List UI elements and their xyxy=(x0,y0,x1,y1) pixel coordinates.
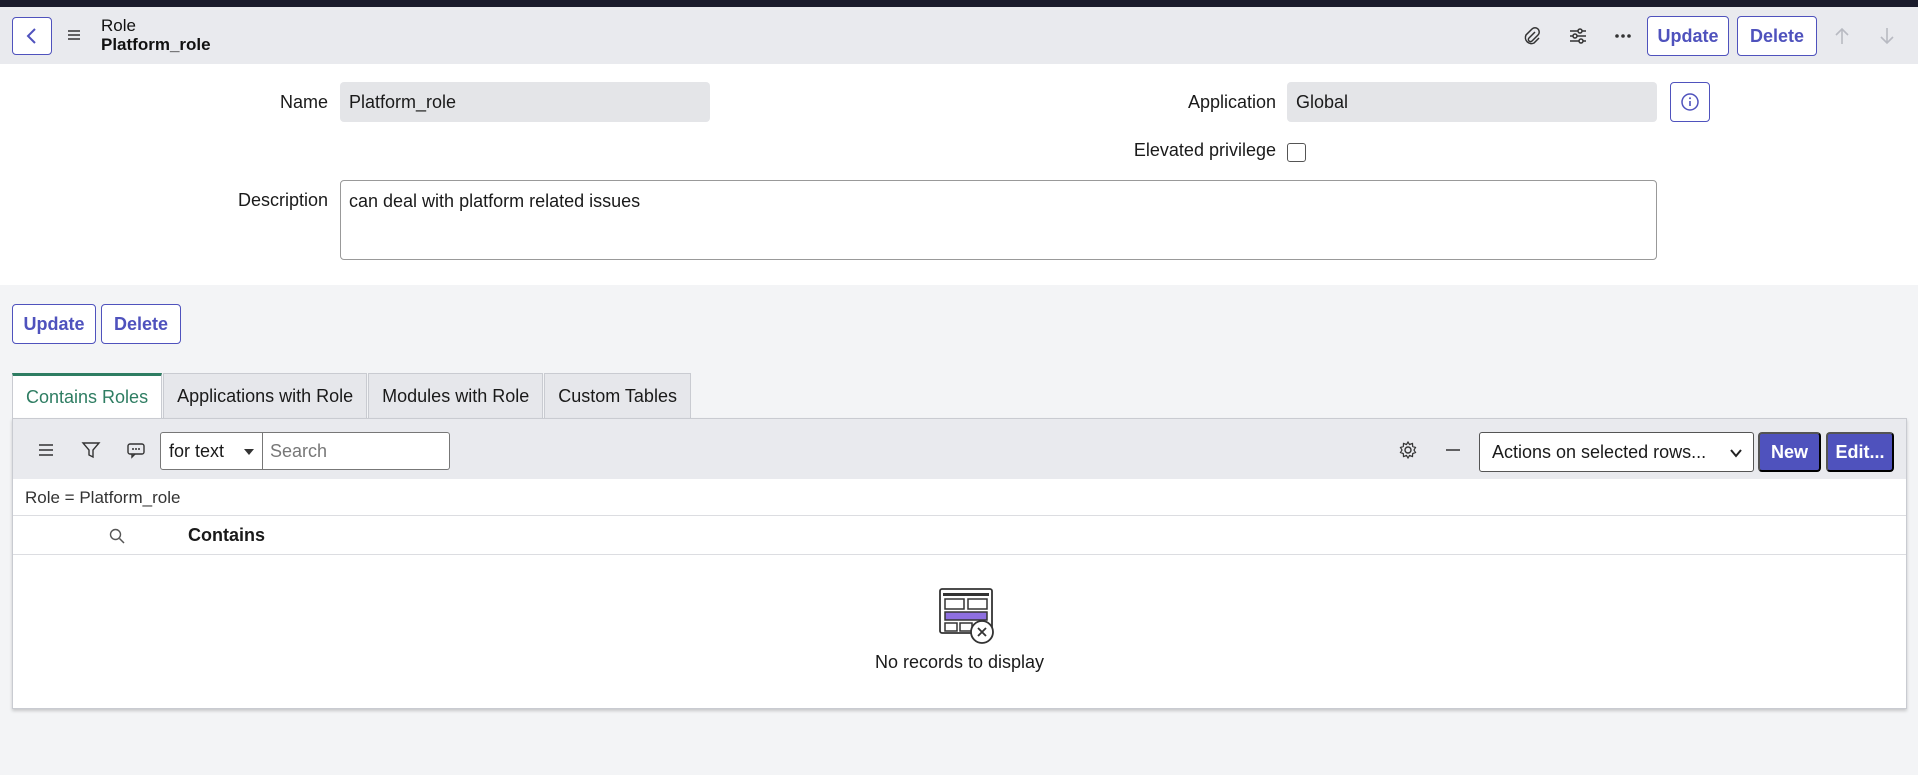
form-header: Role Platform_role Update Delete xyxy=(0,7,1918,64)
info-icon xyxy=(1681,93,1699,111)
related-list-tabs: Contains Roles Applications with Role Mo… xyxy=(12,373,692,418)
form-update-button[interactable]: Update xyxy=(12,304,96,344)
application-field[interactable]: Global xyxy=(1287,82,1657,122)
paperclip-icon[interactable] xyxy=(1520,24,1544,48)
search-field-value: for text xyxy=(169,440,225,461)
tab-modules-with-role[interactable]: Modules with Role xyxy=(368,373,544,418)
empty-message: No records to display xyxy=(874,652,1045,672)
name-field[interactable]: Platform_role xyxy=(340,82,710,122)
record-title: Role Platform_role xyxy=(101,16,211,54)
name-label: Name xyxy=(279,92,328,112)
record-type: Role xyxy=(101,16,136,35)
role-form: Name Platform_role Application Global El… xyxy=(0,64,1918,285)
gear-icon[interactable] xyxy=(1397,439,1419,461)
column-search-icon[interactable] xyxy=(108,527,126,545)
caret-down-icon xyxy=(244,449,254,455)
tab-custom-tables[interactable]: Custom Tables xyxy=(544,373,691,418)
search-input[interactable]: Search xyxy=(263,432,450,470)
tab-applications-with-role[interactable]: Applications with Role xyxy=(163,373,368,418)
header-delete-button[interactable]: Delete xyxy=(1737,16,1817,56)
header-update-button[interactable]: Update xyxy=(1647,16,1729,56)
back-button[interactable] xyxy=(12,17,52,55)
list-toolbar: for text Search Actions on selected rows… xyxy=(13,419,1906,479)
chevron-down-icon xyxy=(1730,449,1742,458)
description-textarea[interactable]: can deal with platform related issues xyxy=(340,180,1657,260)
collapse-icon[interactable] xyxy=(1442,439,1464,461)
description-label: Description xyxy=(237,190,328,210)
record-name: Platform_role xyxy=(101,35,211,54)
column-header-contains[interactable]: Contains xyxy=(188,525,265,546)
application-label: Application xyxy=(1187,92,1276,112)
new-button[interactable]: New xyxy=(1758,432,1821,472)
more-options-icon[interactable] xyxy=(1611,24,1635,48)
filter-icon[interactable] xyxy=(80,439,102,461)
arrow-down-icon[interactable] xyxy=(1875,24,1899,48)
list-header-row: Contains xyxy=(13,515,1906,555)
sliders-icon[interactable] xyxy=(1566,24,1590,48)
tab-contains-roles[interactable]: Contains Roles xyxy=(12,373,163,418)
actions-select[interactable]: Actions on selected rows... xyxy=(1479,432,1754,472)
elevated-privilege-label: Elevated privilege xyxy=(1133,140,1276,160)
list-menu-icon[interactable] xyxy=(35,439,57,461)
top-bar xyxy=(0,0,1918,7)
chevron-left-icon xyxy=(26,28,36,44)
info-button[interactable] xyxy=(1670,82,1710,122)
form-delete-button[interactable]: Delete xyxy=(101,304,181,344)
context-menu-icon[interactable] xyxy=(66,27,82,43)
elevated-privilege-checkbox[interactable] xyxy=(1287,143,1306,162)
no-records-icon xyxy=(939,588,994,644)
edit-button[interactable]: Edit... xyxy=(1826,432,1894,472)
arrow-up-icon[interactable] xyxy=(1830,24,1854,48)
chat-icon[interactable] xyxy=(125,439,147,461)
breadcrumb[interactable]: Role = Platform_role xyxy=(25,488,180,508)
related-list-panel: for text Search Actions on selected rows… xyxy=(12,418,1907,709)
actions-select-value: Actions on selected rows... xyxy=(1492,441,1707,462)
search-field-select[interactable]: for text xyxy=(160,432,263,470)
